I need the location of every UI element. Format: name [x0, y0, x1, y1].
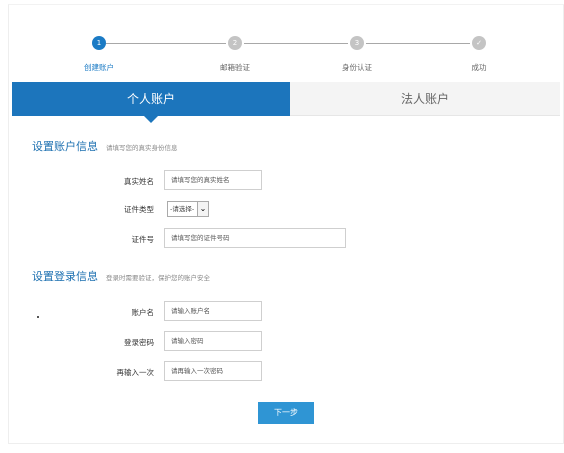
stray-dot [37, 316, 39, 318]
account-name-label: 账户名 [131, 308, 155, 317]
confirm-password-label: 再输入一次 [116, 368, 155, 377]
password-input[interactable]: 请输入密码 [164, 331, 262, 351]
next-step-button[interactable]: 下一步 [258, 402, 314, 424]
real-name-input[interactable]: 请填写您的真实姓名 [164, 170, 262, 190]
tab-active-pointer [144, 116, 158, 123]
page: 1 2 3 ✓ 创建账户 邮箱验证 身份认证 成功 个人账户 法人账户 设置账户… [4, 0, 564, 453]
step-connector [106, 43, 226, 44]
step-2-label: 邮箱验证 [220, 63, 250, 72]
id-type-value: -请选择- [170, 205, 195, 213]
step-connector [244, 43, 348, 44]
id-number-input[interactable]: 请填写您的证件号码 [164, 228, 346, 248]
confirm-password-input[interactable]: 请再输入一次密码 [164, 361, 262, 381]
step-4-label: 成功 [471, 63, 487, 72]
step-success-check-icon: ✓ [472, 36, 486, 50]
step-1-label: 创建账户 [84, 63, 114, 72]
password-label: 登录密码 [124, 338, 154, 347]
account-name-input[interactable]: 请输入账户名 [164, 301, 262, 321]
id-type-label: 证件类型 [124, 205, 154, 214]
login-info-hint: 登录时需要验证，保护您的账户安全 [106, 274, 210, 282]
id-type-select[interactable]: -请选择- ⌄ [167, 201, 209, 217]
step-3-label: 身份认证 [342, 63, 372, 72]
step-3-icon: 3 [350, 36, 364, 50]
account-info-hint: 请填写您的真实身份信息 [106, 144, 178, 152]
tab-corporate-account[interactable]: 法人账户 [290, 82, 560, 116]
account-info-title: 设置账户信息 [32, 140, 98, 153]
step-2-icon: 2 [228, 36, 242, 50]
chevron-down-icon: ⌄ [197, 202, 208, 216]
tab-personal-account[interactable]: 个人账户 [12, 82, 290, 116]
real-name-label: 真实姓名 [124, 177, 154, 186]
login-info-title: 设置登录信息 [32, 270, 98, 283]
step-connector [366, 43, 470, 44]
step-1-icon: 1 [92, 36, 106, 50]
id-number-label: 证件号 [131, 235, 155, 244]
